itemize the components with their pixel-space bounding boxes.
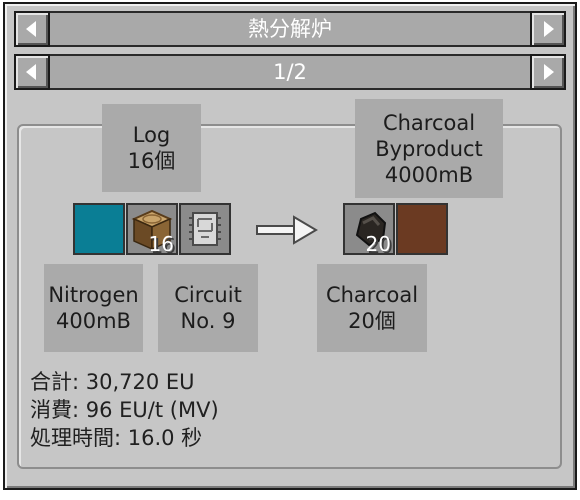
byproduct-tooltip-amount: 4000mB xyxy=(384,162,474,187)
page-indicator: 1/2 xyxy=(273,60,307,84)
charcoal-count: 20 xyxy=(365,232,391,256)
next-category-button[interactable] xyxy=(530,11,566,47)
process-arrow-icon xyxy=(256,215,318,245)
nitrogen-tooltip: Nitrogen 400mB xyxy=(44,264,143,352)
circuit-icon xyxy=(189,212,221,246)
total-energy-text: 合計: 30,720 EU xyxy=(30,370,195,394)
byproduct-tooltip-name-1: Charcoal xyxy=(382,110,476,135)
log-count: 16 xyxy=(148,232,174,256)
circuit-tooltip-number: No. 9 xyxy=(180,309,236,333)
log-item-slot[interactable]: 16 xyxy=(126,203,178,256)
arrow-right-icon xyxy=(544,64,554,80)
nitrogen-tooltip-name: Nitrogen xyxy=(48,283,139,307)
recipe-category-bar: 熱分解炉 xyxy=(14,11,566,47)
arrow-right-icon xyxy=(544,21,554,37)
circuit-tooltip: Circuit No. 9 xyxy=(158,264,258,352)
circuit-tooltip-name: Circuit xyxy=(174,283,242,307)
category-title: 熱分解炉 xyxy=(248,17,332,41)
next-page-button[interactable] xyxy=(530,54,566,90)
byproduct-fluid-slot[interactable] xyxy=(396,203,448,255)
log-tooltip: Log 16個 xyxy=(102,104,201,192)
log-tooltip-name: Log xyxy=(132,123,171,147)
charcoal-tooltip-name: Charcoal xyxy=(325,283,419,307)
byproduct-tooltip-name-2: Byproduct xyxy=(375,136,483,161)
recipe-page-bar: 1/2 xyxy=(14,54,566,90)
nitrogen-fluid-slot[interactable] xyxy=(73,203,125,255)
circuit-item-slot[interactable] xyxy=(179,203,231,255)
energy-usage-text: 消費: 96 EU/t (MV) xyxy=(30,398,219,422)
nitrogen-tooltip-amount: 400mB xyxy=(56,309,131,333)
byproduct-tooltip: Charcoal Byproduct 4000mB xyxy=(355,99,503,198)
charcoal-tooltip-amount: 20個 xyxy=(348,309,396,333)
log-tooltip-amount: 16個 xyxy=(127,149,176,173)
processing-time-text: 処理時間: 16.0 秒 xyxy=(30,426,203,450)
charcoal-tooltip: Charcoal 20個 xyxy=(317,264,427,352)
charcoal-item-slot[interactable]: 20 xyxy=(343,203,395,256)
